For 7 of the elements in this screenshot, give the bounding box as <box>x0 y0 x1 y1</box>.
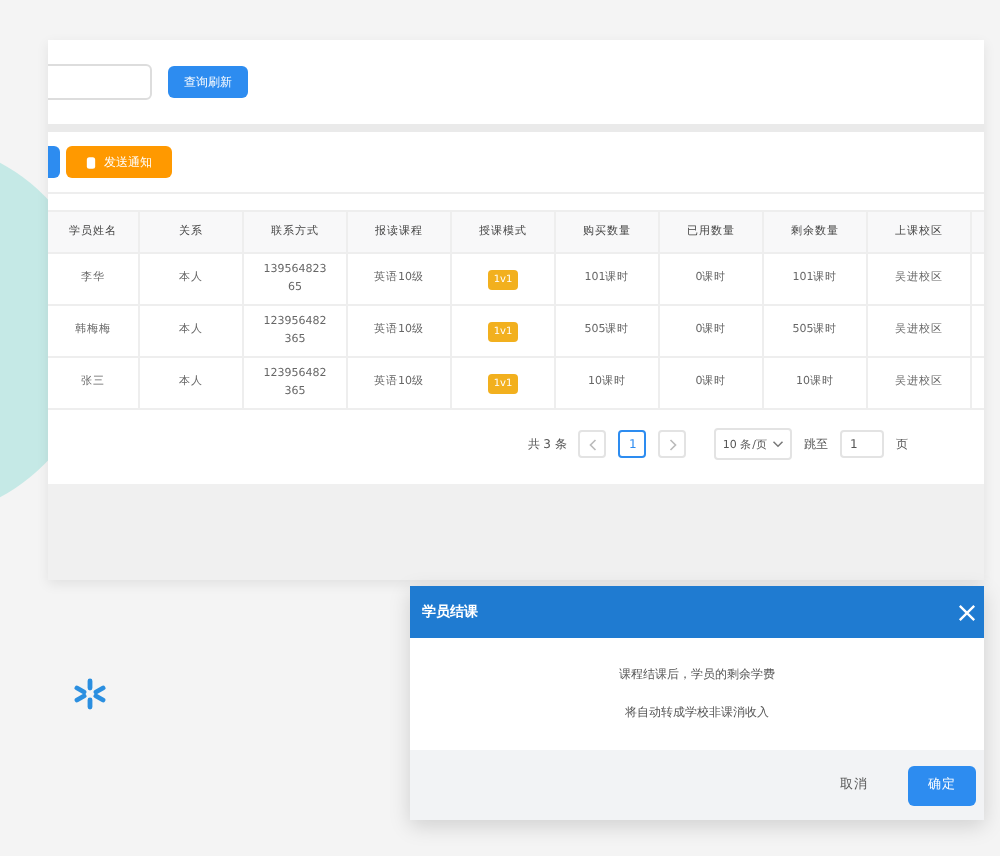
prev-page-button[interactable] <box>578 430 607 458</box>
chevron-right-icon <box>667 437 678 451</box>
sparkle-icon <box>74 678 106 710</box>
chevron-left-icon <box>587 437 598 451</box>
caret-icon <box>772 440 784 448</box>
next-page-button[interactable] <box>658 430 687 458</box>
close-icon[interactable] <box>958 603 976 621</box>
